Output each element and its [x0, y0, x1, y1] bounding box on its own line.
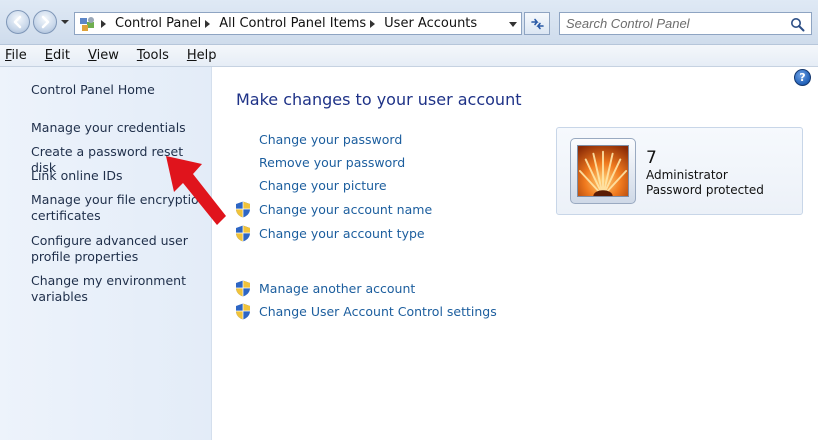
- breadcrumb-separator-icon[interactable]: [101, 19, 106, 28]
- back-arrow-icon: [13, 15, 22, 29]
- uac-shield-icon: [236, 280, 250, 297]
- manage-another-account-link[interactable]: Manage another account: [259, 281, 415, 296]
- refresh-button[interactable]: [524, 12, 550, 35]
- breadcrumb-item-user-accounts[interactable]: User Accounts: [384, 16, 477, 31]
- help-button[interactable]: ?: [794, 69, 811, 86]
- search-box[interactable]: [559, 12, 812, 35]
- refresh-icon: [531, 18, 544, 30]
- recent-pages-chevron-down-icon[interactable]: [61, 18, 69, 26]
- control-panel-home-link[interactable]: Control Panel Home: [31, 82, 209, 98]
- forward-arrow-icon: [41, 15, 50, 29]
- search-icon[interactable]: [790, 17, 805, 32]
- avatar-frame: [570, 138, 636, 204]
- avatar[interactable]: [577, 145, 629, 197]
- manage-credentials-link[interactable]: Manage your credentials: [31, 120, 209, 136]
- menu-help[interactable]: Help: [187, 48, 217, 63]
- configure-advanced-user-profile-link[interactable]: Configure advanced user profile properti…: [31, 233, 209, 265]
- change-environment-variables-link[interactable]: Change my environment variables: [31, 273, 209, 305]
- address-history-chevron-down-icon[interactable]: [509, 22, 517, 27]
- user-password-status: Password protected: [646, 183, 764, 197]
- breadcrumb: Control Panel All Control Panel Items Us…: [101, 16, 477, 31]
- uac-shield-icon: [236, 303, 250, 320]
- change-account-name-link[interactable]: Change your account name: [259, 202, 432, 217]
- user-name: 7: [646, 148, 657, 168]
- search-input[interactable]: [566, 15, 781, 32]
- uac-shield-icon: [236, 225, 250, 242]
- user-role: Administrator: [646, 168, 728, 182]
- page-title: Make changes to your user account: [236, 90, 522, 109]
- control-panel-icon: [80, 17, 94, 31]
- address-path-box[interactable]: Control Panel All Control Panel Items Us…: [74, 12, 522, 35]
- address-bar: Control Panel All Control Panel Items Us…: [0, 0, 818, 45]
- back-button[interactable]: [6, 10, 30, 34]
- menu-tools[interactable]: Tools: [137, 48, 169, 63]
- change-picture-link[interactable]: Change your picture: [259, 178, 387, 193]
- user-account-card: 7 Administrator Password protected: [556, 127, 803, 215]
- forward-button[interactable]: [33, 10, 57, 34]
- menu-view[interactable]: View: [88, 48, 119, 63]
- menu-file[interactable]: File: [5, 48, 27, 63]
- remove-password-link[interactable]: Remove your password: [259, 155, 405, 170]
- uac-shield-icon: [236, 201, 250, 218]
- change-account-type-link[interactable]: Change your account type: [259, 226, 425, 241]
- red-annotation-arrow-icon: [166, 156, 226, 225]
- left-task-pane: Control Panel Home Manage your credentia…: [0, 67, 212, 440]
- breadcrumb-item-control-panel[interactable]: Control Panel: [115, 16, 201, 31]
- breadcrumb-separator-icon[interactable]: [370, 19, 376, 28]
- menu-edit[interactable]: Edit: [45, 48, 70, 63]
- breadcrumb-separator-icon[interactable]: [205, 19, 211, 28]
- menu-bar: File Edit View Tools Help: [0, 45, 818, 67]
- breadcrumb-item-all-control-panel-items[interactable]: All Control Panel Items: [219, 16, 366, 31]
- change-uac-settings-link[interactable]: Change User Account Control settings: [259, 304, 497, 319]
- change-password-link[interactable]: Change your password: [259, 132, 402, 147]
